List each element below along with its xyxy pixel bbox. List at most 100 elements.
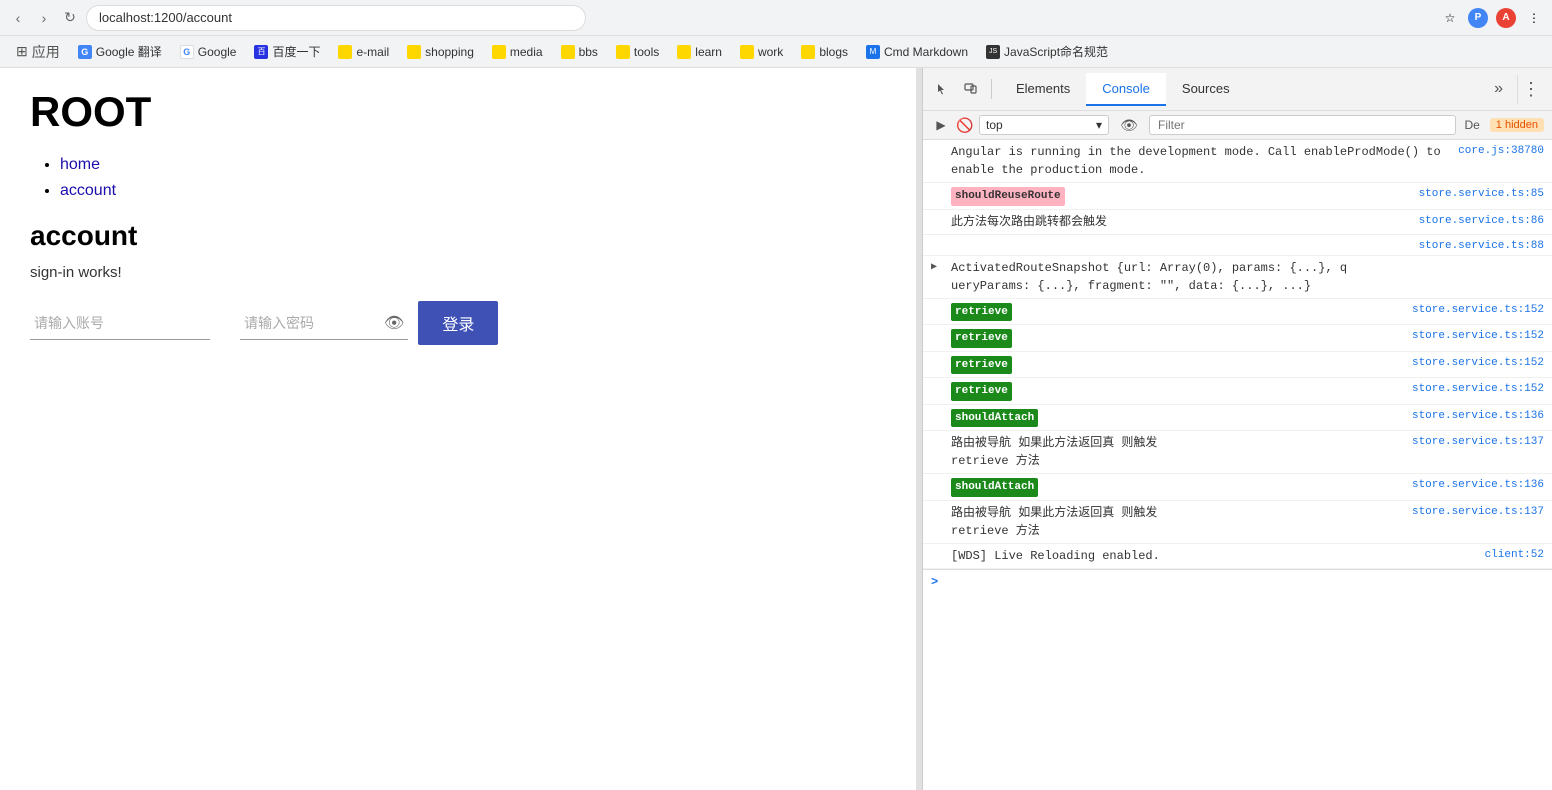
bookmark-shopping[interactable]: shopping: [399, 41, 482, 63]
console-play-button[interactable]: ▶: [931, 115, 951, 135]
should-attach-badge: shouldAttach: [951, 409, 1038, 428]
console-prompt-input[interactable]: [944, 574, 1544, 590]
learn-icon: [677, 45, 691, 59]
should-attach-badge: shouldAttach: [951, 478, 1038, 497]
console-entry: shouldReuseRoute store.service.ts:85: [923, 183, 1552, 210]
console-source-link[interactable]: store.service.ts:137: [1412, 506, 1544, 518]
console-source-link[interactable]: store.service.ts:88: [1419, 240, 1544, 252]
console-message: shouldAttach: [951, 477, 1404, 497]
console-entry: Angular is running in the development mo…: [923, 140, 1552, 183]
bbs-icon: [561, 45, 575, 59]
console-message: retrieve: [951, 355, 1404, 375]
bookmark-cmd-markdown[interactable]: M Cmd Markdown: [858, 41, 976, 63]
console-source-link[interactable]: store.service.ts:86: [1419, 215, 1544, 227]
console-source-link[interactable]: store.service.ts:152: [1412, 304, 1544, 316]
console-stop-button[interactable]: 🚫: [955, 115, 975, 135]
list-item: home: [60, 156, 886, 174]
bookmark-google[interactable]: G Google: [172, 41, 245, 63]
section-subtitle: sign-in works!: [30, 264, 886, 281]
password-input[interactable]: [240, 307, 380, 339]
bookmark-blogs[interactable]: blogs: [793, 41, 856, 63]
apps-icon: ⊞: [16, 43, 28, 60]
bookmark-apps[interactable]: ⊞ 应用: [8, 38, 68, 66]
tab-sources[interactable]: Sources: [1166, 73, 1246, 106]
toggle-password-icon[interactable]: 👁: [380, 309, 408, 337]
console-message: Angular is running in the development mo…: [951, 143, 1450, 179]
console-entry: shouldAttach store.service.ts:136: [923, 474, 1552, 501]
tab-elements[interactable]: Elements: [1000, 73, 1086, 106]
nav-list: home account: [30, 156, 886, 200]
login-button[interactable]: 登录: [418, 301, 498, 345]
console-filter-input[interactable]: [1149, 115, 1456, 135]
retrieve-badge: retrieve: [951, 382, 1012, 401]
console-context-selector[interactable]: top ▾: [979, 115, 1109, 135]
bookmark-js-naming[interactable]: JS JavaScript命名规范: [978, 39, 1116, 64]
console-source-link[interactable]: client:52: [1485, 549, 1544, 561]
google-translate-icon: G: [78, 45, 92, 59]
bookmark-icon[interactable]: ☆: [1440, 8, 1460, 28]
console-source-link[interactable]: core.js:38780: [1458, 145, 1544, 157]
expand-triangle-icon[interactable]: ▶: [931, 261, 943, 273]
bookmark-bbs[interactable]: bbs: [553, 41, 606, 63]
console-entry: shouldAttach store.service.ts:136: [923, 405, 1552, 432]
console-source-link[interactable]: store.service.ts:152: [1412, 330, 1544, 342]
inspect-element-button[interactable]: [931, 77, 955, 101]
devtools-tabs: Elements Console Sources »: [1000, 72, 1513, 106]
console-message: 路由被导航 如果此方法返回真 则触发retrieve 方法: [951, 434, 1404, 470]
devtools-panel: Elements Console Sources » ⋮ ▶ 🚫 top ▾ 👁: [922, 68, 1552, 790]
console-message: shouldReuseRoute: [951, 186, 1411, 206]
address-text: localhost:1200/account: [99, 10, 232, 25]
console-source-link[interactable]: store.service.ts:152: [1412, 357, 1544, 369]
bookmark-email[interactable]: e-mail: [330, 41, 397, 63]
console-prompt-arrow[interactable]: >: [931, 575, 938, 589]
account-link[interactable]: account: [60, 182, 116, 199]
forward-button[interactable]: ›: [34, 8, 54, 28]
extensions-icon[interactable]: P: [1468, 8, 1488, 28]
page-title: ROOT: [30, 88, 886, 136]
tab-console[interactable]: Console: [1086, 73, 1166, 106]
bookmark-learn[interactable]: learn: [669, 41, 730, 63]
profile-icon[interactable]: A: [1496, 8, 1516, 28]
menu-icon[interactable]: ⋮: [1524, 8, 1544, 28]
console-message: retrieve: [951, 302, 1404, 322]
retrieve-badge: retrieve: [951, 356, 1012, 375]
bookmark-media[interactable]: media: [484, 41, 551, 63]
retrieve-badge: retrieve: [951, 303, 1012, 322]
console-output: Angular is running in the development mo…: [923, 140, 1552, 790]
browser-toolbar: ‹ › ↻ localhost:1200/account ☆ P A ⋮: [0, 0, 1552, 36]
bookmark-tools[interactable]: tools: [608, 41, 667, 63]
main-area: ROOT home account account sign-in works!…: [0, 68, 1552, 790]
password-wrapper: 👁: [240, 307, 408, 340]
console-source-link[interactable]: store.service.ts:137: [1412, 436, 1544, 448]
console-source-link[interactable]: store.service.ts:85: [1419, 188, 1544, 200]
toolbar-icons: ☆ P A ⋮: [1440, 8, 1544, 28]
devtools-options-button[interactable]: ⋮: [1517, 75, 1544, 104]
bookmark-google-translate[interactable]: G Google 翻译: [70, 39, 170, 64]
devtools-header-toolbar: Elements Console Sources » ⋮: [923, 68, 1552, 111]
console-entry: ▶ ActivatedRouteSnapshot {url: Array(0),…: [923, 256, 1552, 299]
console-source-link[interactable]: store.service.ts:152: [1412, 383, 1544, 395]
reload-button[interactable]: ↻: [60, 8, 80, 28]
console-source-link[interactable]: store.service.ts:136: [1412, 479, 1544, 491]
console-source-link[interactable]: store.service.ts:136: [1412, 410, 1544, 422]
console-eye-button[interactable]: 👁: [1119, 115, 1139, 135]
shopping-icon: [407, 45, 421, 59]
list-item: account: [60, 182, 886, 200]
home-link[interactable]: home: [60, 156, 100, 173]
more-tabs-button[interactable]: »: [1484, 72, 1513, 106]
login-form: 👁 登录: [30, 301, 886, 345]
bookmark-work[interactable]: work: [732, 41, 791, 63]
console-entry: retrieve store.service.ts:152: [923, 352, 1552, 379]
hidden-count-badge: 1 hidden: [1490, 118, 1544, 132]
page-content: ROOT home account account sign-in works!…: [0, 68, 916, 790]
cmd-markdown-icon: M: [866, 45, 880, 59]
username-input[interactable]: [30, 307, 210, 340]
section-title: account: [30, 220, 886, 252]
google-icon: G: [180, 45, 194, 59]
bookmark-baidu[interactable]: 百 百度一下: [246, 39, 328, 64]
console-message: 路由被导航 如果此方法返回真 则触发retrieve 方法: [951, 504, 1404, 540]
back-button[interactable]: ‹: [8, 8, 28, 28]
address-bar[interactable]: localhost:1200/account: [86, 5, 586, 31]
device-toolbar-button[interactable]: [959, 77, 983, 101]
console-entry: store.service.ts:88: [923, 235, 1552, 256]
